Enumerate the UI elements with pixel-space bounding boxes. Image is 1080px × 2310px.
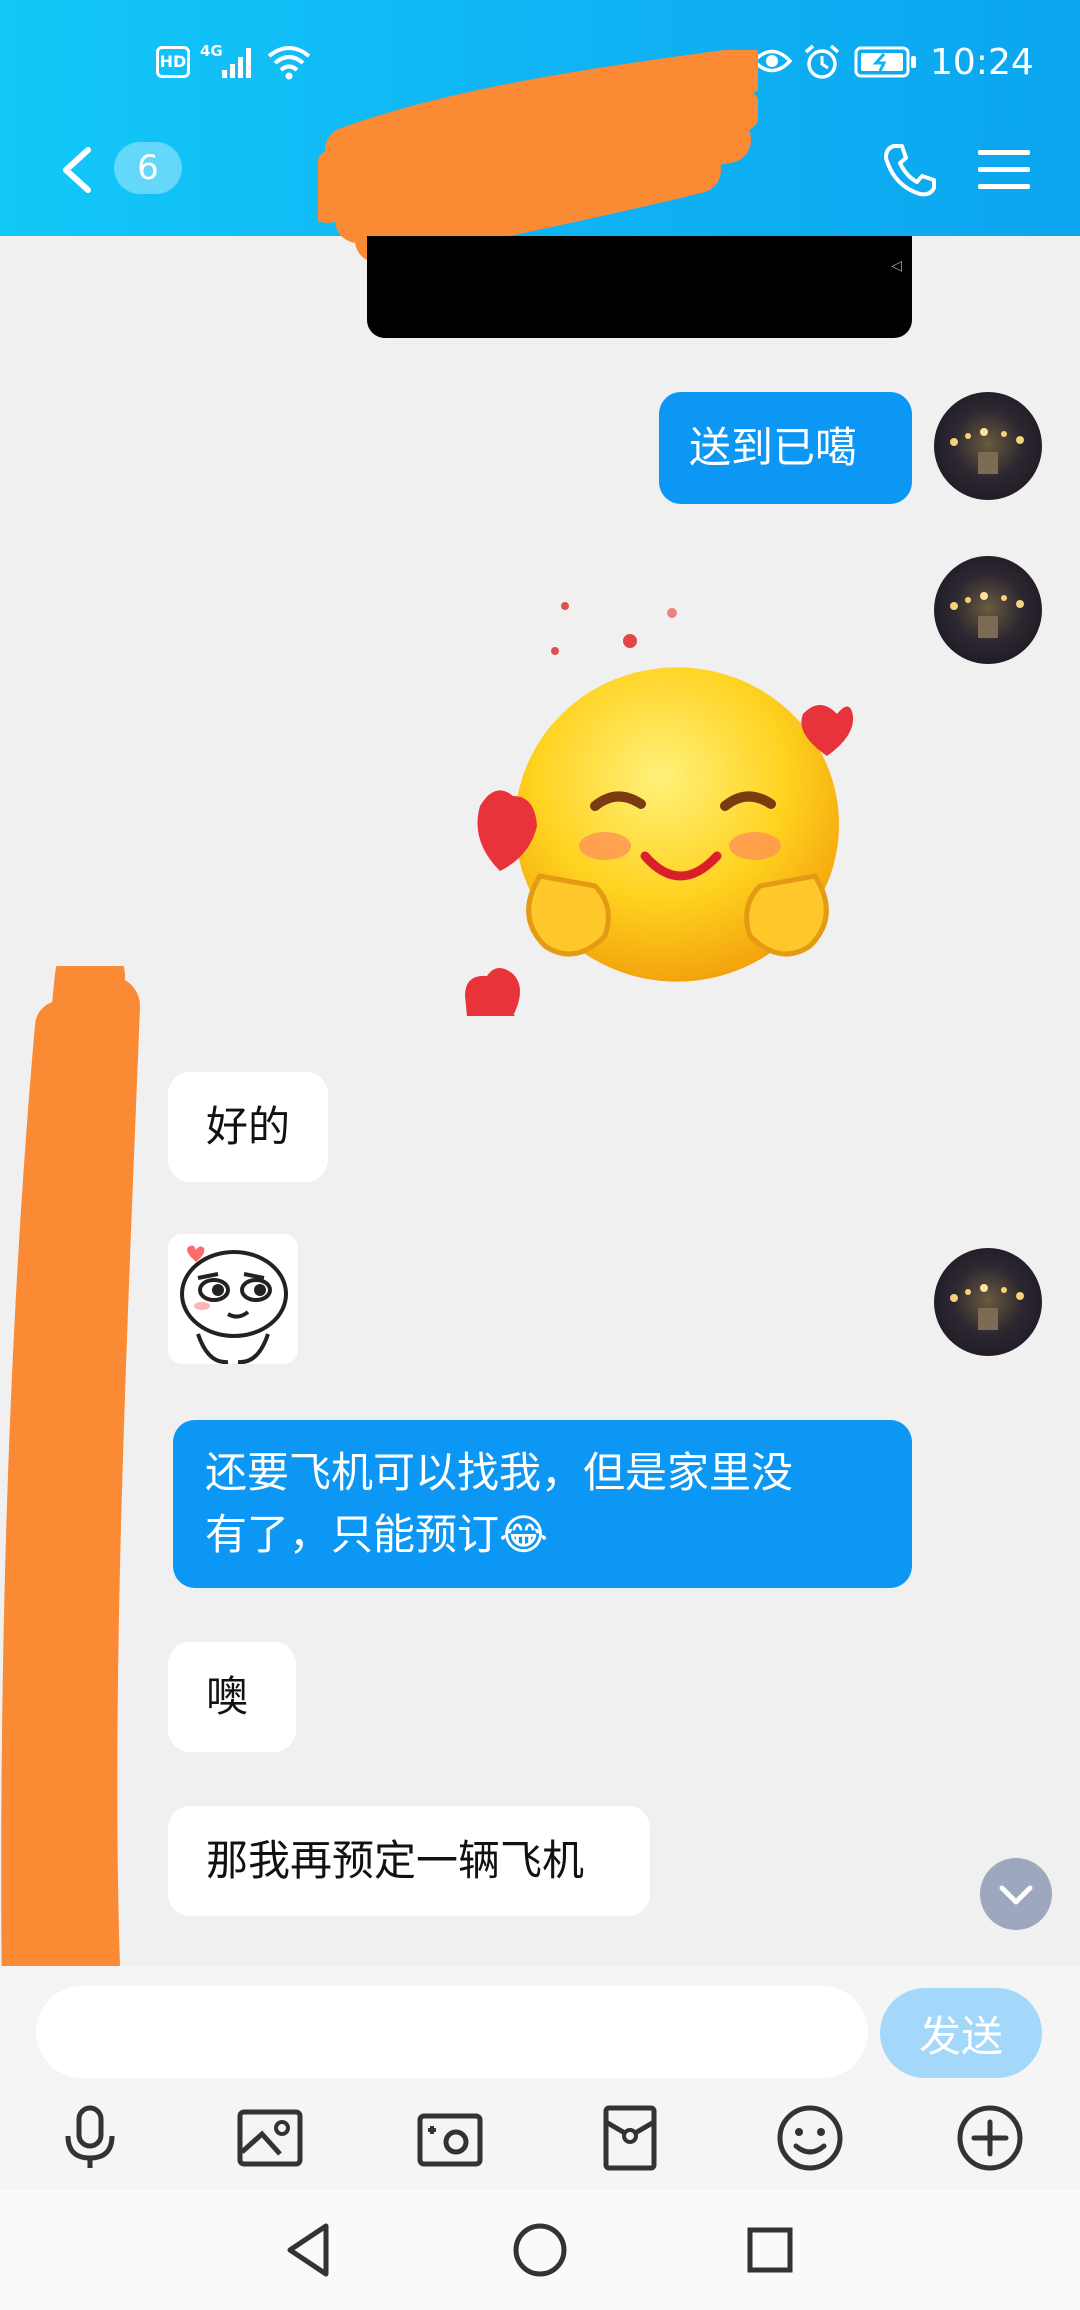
nav-recents-icon[interactable] (740, 2220, 800, 2280)
message-bubble-incoming[interactable]: 好的 (168, 1072, 328, 1182)
back-button[interactable] (50, 140, 110, 200)
chevron-down-icon (999, 1885, 1033, 1905)
menu-icon[interactable] (976, 146, 1032, 194)
chat-header: HD 4G 10:24 6 (0, 0, 1080, 260)
microphone-icon[interactable] (54, 2102, 126, 2174)
hd-label: HD (159, 52, 187, 71)
my-avatar[interactable] (934, 556, 1042, 664)
status-time: 10:24 (930, 42, 1034, 83)
message-text-line: 有了，只能预订😂 (205, 1510, 549, 1559)
redaction-scribble (1, 966, 140, 1966)
nav-back-icon[interactable] (280, 2220, 340, 2280)
unread-count-badge[interactable]: 6 (114, 142, 182, 194)
message-bubble-incoming[interactable]: 那我再预定一辆飞机 (168, 1806, 650, 1916)
message-text: 那我再预定一辆飞机 (206, 1836, 585, 1885)
message-text: 送到已噶 (689, 423, 858, 472)
message-text: 好的 (206, 1102, 291, 1151)
wifi-icon (267, 46, 311, 80)
red-packet-icon[interactable] (594, 2102, 666, 2174)
system-navigation-bar (0, 2190, 1080, 2310)
scroll-to-bottom-button[interactable] (980, 1858, 1052, 1930)
my-avatar[interactable] (934, 1248, 1042, 1356)
phone-icon[interactable] (880, 140, 940, 200)
camera-icon[interactable] (414, 2102, 486, 2174)
battery-icon (854, 46, 916, 78)
message-text-line: 还要飞机可以找我，但是家里没 (205, 1448, 794, 1497)
send-button[interactable]: 发送 (880, 1988, 1042, 2078)
alarm-icon (804, 44, 840, 79)
hd-icon: HD (156, 46, 190, 78)
input-area: 发送 (0, 1966, 1080, 2190)
eye-comfort-icon (752, 49, 792, 73)
my-avatar[interactable] (934, 392, 1042, 500)
plus-icon[interactable] (954, 2102, 1026, 2174)
message-list[interactable]: ◁ 送到已噶 好的 还要飞机可以找我，但是家里没 有了，只能预订😂 噢 那我再预… (0, 236, 1080, 1966)
message-bubble-incoming[interactable]: 噢 (168, 1642, 296, 1752)
message-input[interactable] (36, 1986, 868, 2078)
message-text: 噢 (206, 1672, 249, 1721)
emoji-icon[interactable] (774, 2102, 846, 2174)
blushing-hearts-emoji-sticker[interactable] (455, 556, 875, 1016)
video-message[interactable]: ◁ (367, 236, 912, 338)
message-bubble-outgoing[interactable]: 还要飞机可以找我，但是家里没 有了，只能预订😂 (173, 1420, 912, 1588)
message-bubble-outgoing[interactable]: 送到已噶 (659, 392, 912, 504)
nav-home-icon[interactable] (510, 2220, 570, 2280)
cellular-signal-icon: 4G (200, 42, 260, 82)
image-icon[interactable] (234, 2102, 306, 2174)
play-icon: ◁ (891, 258, 902, 274)
smirk-face-meme-sticker[interactable] (168, 1234, 298, 1364)
redaction-scribble (318, 50, 758, 260)
